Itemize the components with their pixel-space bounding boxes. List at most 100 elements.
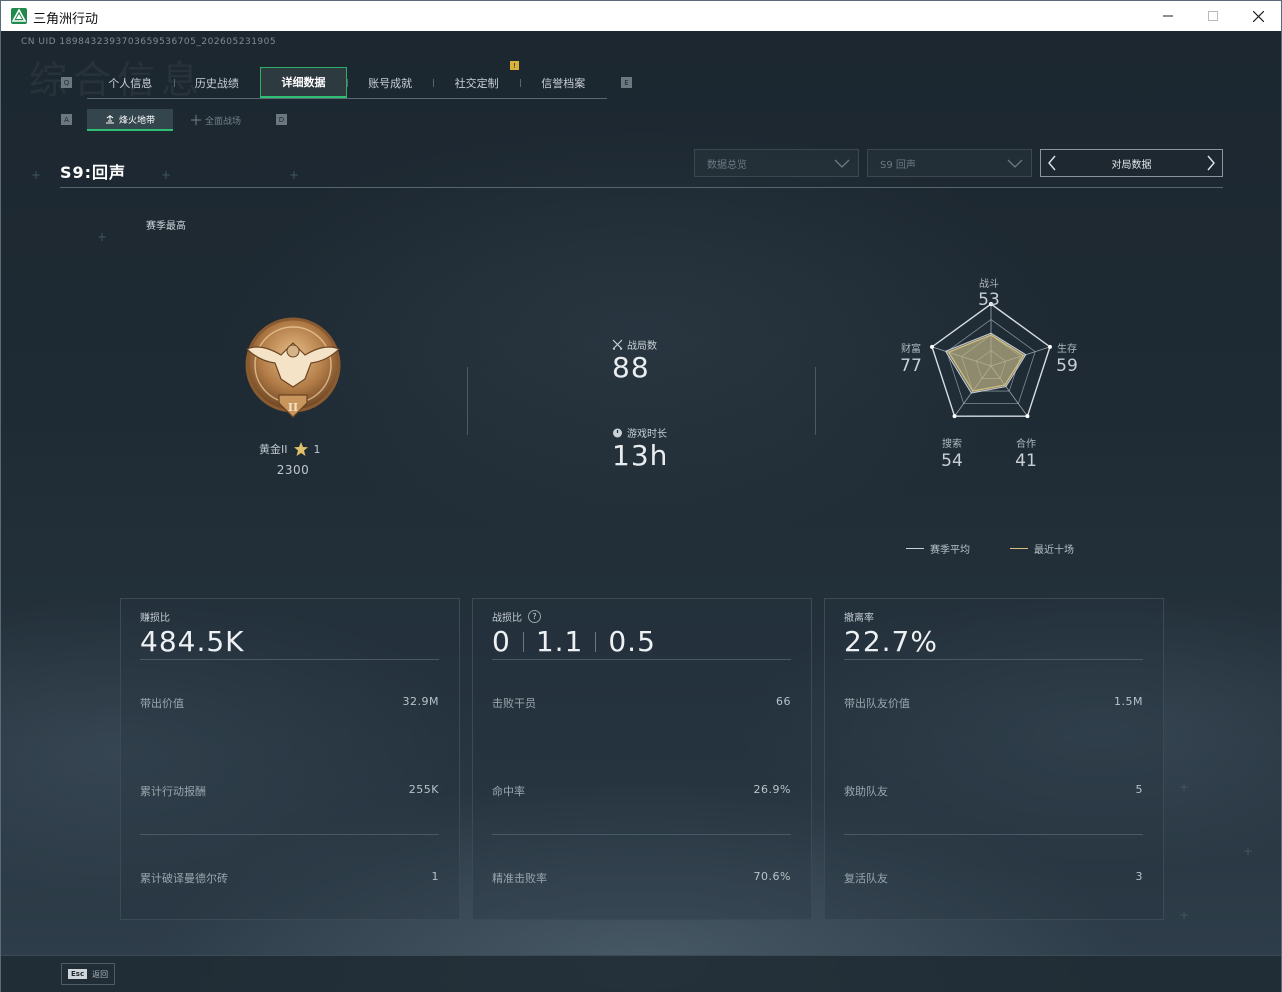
window-title: 三角洲行动 [33,12,99,27]
pager-label: 对局数据 [1111,159,1152,171]
legend-season-average: 赛季平均 [906,541,970,556]
rank-score: 2300 [276,463,310,477]
tab-match-history[interactable]: 历史战绩 [173,67,261,98]
row-value: 255K [408,783,439,796]
tab-personal-info[interactable]: 个人信息 [87,67,174,98]
vertical-divider [467,367,468,435]
match-data-pager[interactable]: 对局数据 [1040,149,1223,177]
radar-value-survival: 59 [1056,356,1078,376]
minimize-button[interactable] [1145,1,1191,31]
card-main-values: 0 1.1 0.5 [492,625,656,658]
dropdown-value: S9 回声 [880,159,916,171]
crossed-swords-icon [612,339,623,350]
deco-cross: + [31,168,42,182]
row-label: 带出价值 [140,697,184,710]
row-value: 5 [1135,783,1143,796]
row-label: 复活队友 [844,872,888,885]
tab-social-custom[interactable]: 社交定制 ! [433,61,520,98]
row-value: 1.5M [1114,695,1143,708]
card-title: 撤离率 [844,613,874,624]
tab-reputation[interactable]: 信誉档案 [519,67,607,98]
card-divider [492,834,791,835]
legend-label: 赛季平均 [930,545,970,556]
card-title: 战损比 [492,613,522,624]
playtime-label: 游戏时长 [612,425,667,440]
maximize-button[interactable] [1190,1,1236,31]
radar-label-teamwork: 合作 [1016,439,1036,450]
kd-value-1: 0 [492,625,511,658]
rank-stars: 1 [313,442,321,456]
medal-roman: II [288,401,298,414]
vertical-divider [815,367,816,435]
season-title: S9:回声 [60,163,127,182]
subtab-warfare[interactable]: 全面战场 [173,109,259,131]
row-label: 救助队友 [844,785,888,798]
dropdown-value: 数据总览 [707,159,747,171]
main-tabs: 个人信息 历史战绩 详细数据 账号成就 社交定制 ! 信誉档案 [87,61,607,99]
season-dropdown[interactable]: S9 回声 [867,149,1032,177]
value-separator [595,631,597,652]
card-title-row: 战损比 ? [492,609,541,624]
row-value: 32.9M [402,695,439,708]
card-divider [844,834,1143,835]
subtab-prev-key[interactable]: A [61,114,72,125]
subtab-label: 全面战场 [204,116,241,127]
row-value: 70.6% [753,870,791,883]
row-label: 击败干员 [492,697,536,710]
close-icon [1252,10,1264,22]
stopwatch-icon [613,428,622,438]
row-label: 累计破译曼德尔砖 [140,872,228,885]
row-label: 精准击败率 [492,872,547,885]
data-overview-dropdown[interactable]: 数据总览 [694,149,859,177]
title-bar: 三角洲行动 [1,1,1281,31]
radar-value-teamwork: 41 [1015,451,1037,471]
row-value: 26.9% [753,783,791,796]
player-id-line: CN UID 1898432393703659536705_2026052319… [21,37,277,47]
radar-label-wealth: 财富 [901,344,921,355]
tab-detailed-data[interactable]: 详细数据 [260,67,347,98]
card-divider [140,834,439,835]
radar-label-combat: 战斗 [979,279,999,290]
help-icon[interactable]: ? [528,610,541,623]
row-value: 66 [776,695,791,708]
legend-line [906,548,924,549]
chevron-right-icon[interactable] [1206,154,1216,172]
deco-cross: + [1179,908,1190,922]
close-button[interactable] [1235,1,1281,31]
deco-cross: + [289,168,300,182]
legend-line [1010,548,1028,549]
deco-cross: + [1243,844,1254,858]
card-row: 精准击败率 70.6% [492,870,791,886]
chevron-left-icon[interactable] [1047,154,1057,172]
notification-badge: ! [509,61,519,70]
season-best-label: 赛季最高 [146,221,186,232]
deco-cross: + [1179,780,1190,794]
tab-prev-key[interactable]: Q [61,77,72,88]
header-divider [60,187,1223,188]
subtab-next-key[interactable]: D [276,114,287,125]
tab-achievements[interactable]: 账号成就 [346,67,434,98]
card-main-value: 22.7% [844,625,938,658]
radar-label-search: 搜索 [942,439,962,450]
subtab-extraction-zone[interactable]: 烽火地带 [87,109,173,131]
rank-tier-line: 黄金II 1 [259,441,339,457]
kd-value-2: 1.1 [535,625,584,658]
maximize-icon [1208,11,1218,21]
deco-cross: + [97,230,108,244]
card-row: 命中率 26.9% [492,783,791,799]
app-window: 三角洲行动 综合信息 CN UID 1898432393703659536705… [0,0,1282,992]
matches-label-text: 战局数 [627,341,657,352]
card-main-value: 484.5K [140,625,245,658]
main-content: 综合信息 CN UID 1898432393703659536705_20260… [1,31,1281,992]
tab-next-key[interactable]: E [621,77,632,88]
playtime-value: 13h [612,439,669,472]
row-label: 带出队友价值 [844,697,910,710]
kd-value-3: 0.5 [608,625,656,658]
profit-ratio-card: 赚损比 484.5K 带出价值 32.9M 累计行动报酬 255K 累计破译曼德尔砖… [120,598,460,920]
card-row: 累计破译曼德尔砖 1 [140,870,439,886]
back-button[interactable]: Esc 返回 [61,963,115,985]
radar-value-combat: 53 [978,290,1000,310]
matches-value: 88 [612,351,650,384]
star-icon [293,442,308,456]
value-separator [522,631,524,652]
